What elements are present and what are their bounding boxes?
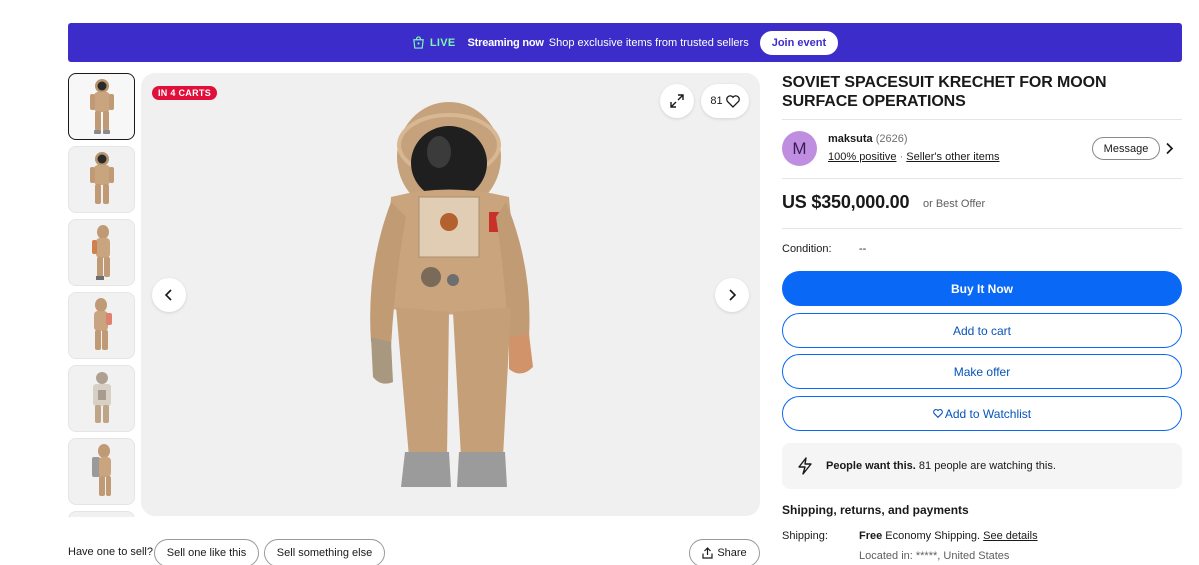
make-offer-button[interactable]: Make offer [782, 354, 1182, 389]
best-offer-label: or Best Offer [923, 198, 986, 210]
seller-links: 100% positive · Seller's other items [828, 151, 1000, 163]
watch-button[interactable]: 81 [701, 84, 749, 118]
lightning-icon [798, 457, 812, 475]
live-banner: LIVE Streaming now Shop exclusive items … [68, 23, 1182, 62]
add-to-cart-button[interactable]: Add to cart [782, 313, 1182, 348]
free-label: Free [859, 530, 883, 542]
add-to-watchlist-button[interactable]: Add to Watchlist [782, 396, 1182, 431]
seller-divider [782, 178, 1182, 179]
shipping-method: Economy Shipping. [882, 530, 984, 542]
sell-something-else-button[interactable]: Sell something else [264, 539, 385, 565]
people-want-bold: People want this. [826, 460, 916, 472]
previous-image-button[interactable] [152, 278, 186, 312]
thumbnail-1[interactable] [68, 73, 135, 140]
see-details-link[interactable]: See details [983, 530, 1037, 542]
in-carts-badge: IN 4 CARTS [152, 86, 218, 100]
thumbnail-2[interactable] [68, 146, 135, 213]
share-label: Share [717, 547, 747, 559]
thumbnail-6[interactable] [68, 438, 135, 505]
watch-count: 81 [710, 95, 723, 107]
spacesuit-image [370, 102, 533, 487]
message-seller-button[interactable]: Message [1092, 137, 1160, 160]
sell-one-like-this-button[interactable]: Sell one like this [154, 539, 259, 565]
share-icon [702, 547, 713, 559]
people-want-this-banner: People want this. 81 people are watching… [782, 443, 1182, 489]
thumbnail-3[interactable] [68, 219, 135, 286]
main-product-image[interactable]: IN 4 CARTS 81 [141, 73, 760, 516]
streaming-label: Streaming now [467, 36, 544, 49]
chevron-right-icon[interactable] [1165, 142, 1174, 155]
expand-button[interactable] [660, 84, 694, 118]
item-location: Located in: *****, United States [859, 550, 1010, 562]
people-watching-count: 81 people are watching this. [915, 460, 1056, 472]
chevron-right-icon [729, 289, 737, 301]
heart-icon [933, 409, 943, 418]
price-divider [782, 228, 1182, 229]
condition-value: -- [859, 243, 867, 255]
link-separator: · [899, 151, 904, 163]
listing-title: SOVIET SPACESUIT KRECHET FOR MOON SURFAC… [782, 74, 1107, 110]
thumbnail-5[interactable] [68, 365, 135, 432]
thumbnail-4[interactable] [68, 292, 135, 359]
banner-message: Shop exclusive items from trusted seller… [548, 36, 749, 49]
heart-icon [725, 94, 740, 108]
seller-name[interactable]: maksuta [828, 133, 873, 145]
seller-name-row: maksuta (2626) [828, 133, 908, 145]
thumbnail-7[interactable] [68, 511, 135, 517]
thumbnail-strip [68, 73, 135, 517]
shopping-bag-icon [413, 36, 424, 49]
watchlist-label: Add to Watchlist [944, 406, 1032, 421]
seller-positive-link[interactable]: 100% positive [828, 151, 897, 163]
item-price: US $350,000.00 [782, 192, 910, 212]
seller-feedback-count: (2626) [875, 133, 908, 145]
shipping-value: Free Economy Shipping. See details [859, 530, 1038, 542]
condition-label: Condition: [782, 243, 832, 255]
seller-avatar[interactable]: M [782, 131, 817, 166]
chevron-left-icon [164, 289, 172, 301]
have-one-prompt: Have one to sell? [68, 546, 153, 558]
join-event-button[interactable]: Join event [759, 30, 839, 55]
title-divider [782, 119, 1182, 120]
buy-it-now-button[interactable]: Buy It Now [782, 271, 1182, 306]
share-button[interactable]: Share [689, 539, 760, 565]
people-want-text: People want this. 81 people are watching… [826, 460, 1056, 472]
sellers-other-items-link[interactable]: Seller's other items [906, 151, 999, 163]
next-image-button[interactable] [715, 278, 749, 312]
expand-icon [670, 94, 684, 108]
live-label: LIVE [429, 36, 456, 49]
shipping-label: Shipping: [782, 530, 828, 542]
shipping-heading: Shipping, returns, and payments [782, 503, 969, 517]
